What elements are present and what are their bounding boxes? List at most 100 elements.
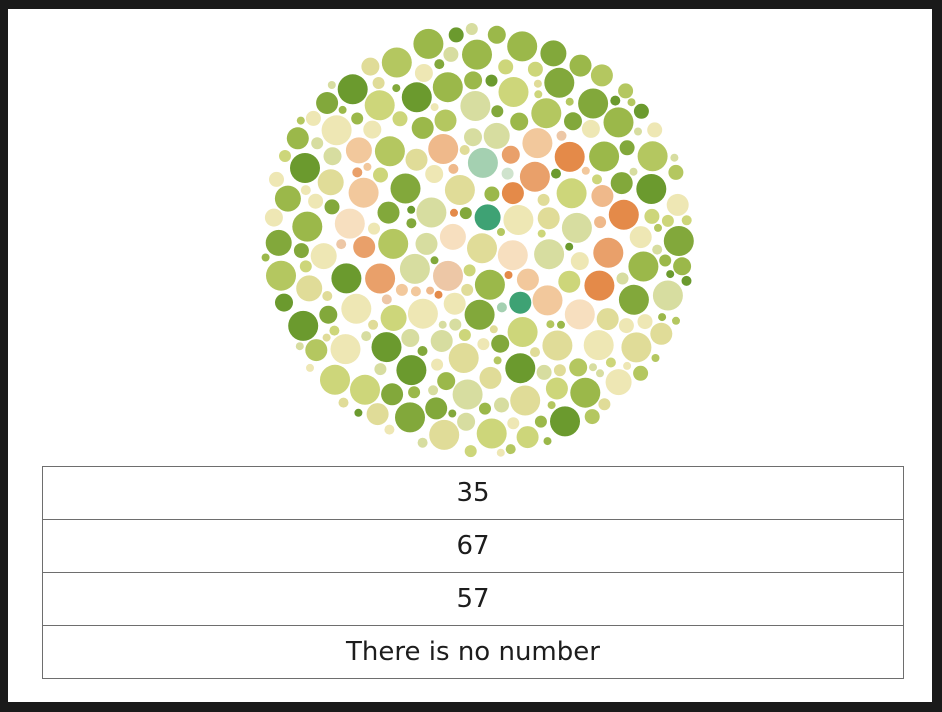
plate-dot [306, 363, 314, 372]
plate-dot [327, 81, 336, 89]
plate-dot [425, 165, 444, 183]
plate-dot [430, 103, 439, 112]
plate-dot [374, 136, 405, 167]
plate-dot [261, 253, 270, 262]
plate-dot [462, 39, 492, 70]
plate-dot [428, 134, 459, 164]
plate-dot [316, 92, 339, 114]
plate-dot [474, 204, 501, 231]
plate-dot [434, 109, 457, 132]
plate-dot [483, 122, 510, 149]
plate-dot [546, 320, 555, 329]
option-35[interactable]: 35 [43, 467, 903, 519]
plate-dot [433, 260, 463, 291]
plate-dot [324, 199, 340, 215]
plate-dot [341, 293, 372, 324]
option-no-number[interactable]: There is no number [43, 625, 903, 678]
plate-dot [351, 112, 364, 125]
plate-dot [681, 215, 692, 226]
plate-dot [542, 330, 573, 361]
plate-dot [618, 83, 634, 99]
plate-dot [584, 409, 600, 425]
plate-dot [320, 364, 350, 395]
plate-dot [430, 256, 439, 265]
plate-dot [556, 130, 567, 141]
plate-dot [452, 379, 483, 410]
plate-dot [371, 332, 402, 363]
plate-dot [547, 401, 556, 410]
plate-dot [448, 343, 479, 373]
plate-dot [348, 177, 379, 208]
plate-dot [429, 419, 460, 450]
plate-dot [305, 110, 321, 126]
plate-dot [596, 308, 619, 331]
plate-dot [401, 82, 432, 113]
plate-dot [266, 260, 296, 291]
plate-dot [331, 263, 362, 294]
plate-dot [637, 141, 668, 172]
answer-options-table: 35 67 57 There is no number [42, 466, 904, 679]
plate-dot [308, 193, 324, 209]
plate-dot [299, 260, 312, 273]
plate-dot [286, 127, 309, 150]
plate-dot [590, 64, 613, 87]
plate-dot [329, 325, 340, 336]
plate-dot [681, 275, 692, 286]
option-57[interactable]: 57 [43, 572, 903, 625]
plate-dot [449, 318, 462, 331]
plate-dot [334, 208, 365, 239]
plate-dot [443, 292, 466, 315]
plate-dot [264, 208, 283, 227]
plate-dot [368, 319, 379, 330]
plate-dot [437, 372, 456, 391]
plate-dot [392, 84, 401, 93]
plate-dot [628, 251, 659, 282]
plate-dot [629, 226, 652, 249]
plate-dot [652, 280, 683, 311]
plate-dot [550, 406, 580, 437]
plate-dot [405, 148, 428, 171]
plate-dot [556, 178, 587, 209]
plate-dot [416, 197, 447, 228]
plate-dot [661, 214, 674, 227]
option-67[interactable]: 67 [43, 519, 903, 572]
plate-dot [265, 229, 292, 256]
plate-dot [540, 40, 567, 67]
plate-dot [401, 329, 420, 347]
plate-dot [551, 168, 561, 179]
plate-dot [530, 347, 540, 358]
plate-dot [368, 222, 380, 235]
plate-dot [647, 122, 663, 138]
plate-dot [633, 365, 649, 381]
plate-dot [395, 283, 408, 296]
plate-dot [652, 244, 663, 255]
plate-dot [448, 409, 457, 418]
plate-dot [537, 193, 550, 206]
plate-dot [319, 305, 338, 324]
plate-dot [414, 64, 433, 82]
plate-dot [438, 320, 447, 329]
plate-dot [364, 90, 395, 121]
plate-dot [634, 127, 642, 136]
plate-dot [501, 145, 520, 164]
screen-frame: 35 67 57 There is no number [8, 9, 932, 702]
plate-dot [457, 412, 476, 431]
plate-dot [504, 271, 513, 279]
plate-dot [410, 286, 421, 297]
plate-dot [365, 263, 396, 294]
plate-dot [274, 185, 301, 212]
plate-dot [507, 31, 538, 62]
plate-dot [461, 283, 474, 296]
plate-dot [534, 239, 565, 270]
plate-dot [459, 207, 472, 220]
plate-dot [558, 270, 581, 293]
plate-dot [589, 141, 620, 172]
plate-dot [522, 128, 553, 159]
plate-dot [450, 208, 458, 217]
plate-dot [519, 161, 550, 192]
plate-dot [392, 111, 408, 127]
plate-dot [557, 320, 565, 329]
plate-dot [537, 207, 560, 230]
plate-dot [460, 91, 491, 121]
plate-dot [505, 353, 536, 384]
